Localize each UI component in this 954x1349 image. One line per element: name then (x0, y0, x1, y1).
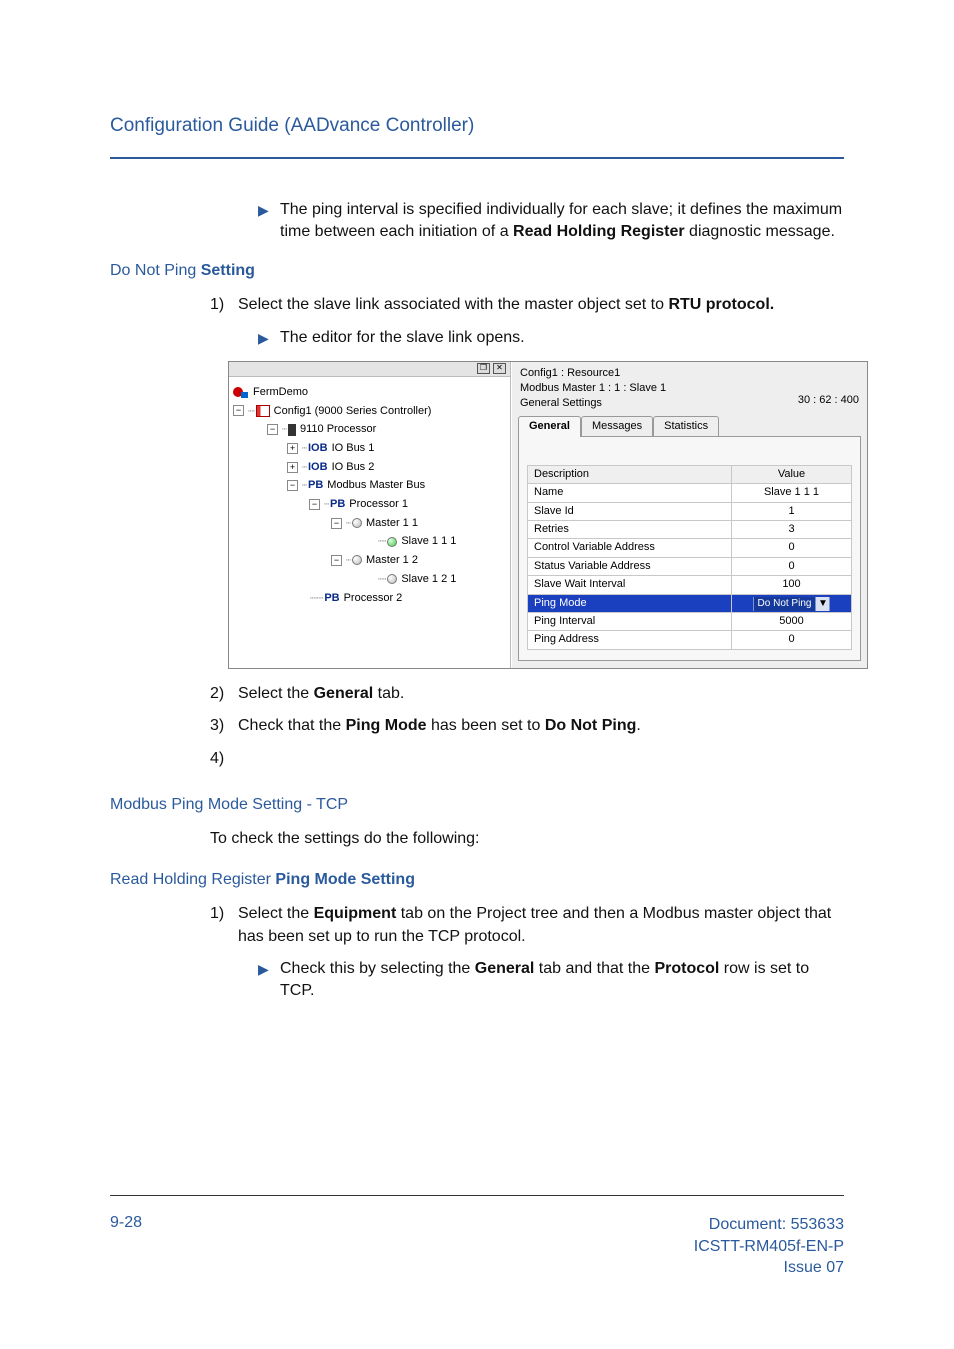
close-icon[interactable]: ✕ (493, 363, 506, 374)
heading-do-not-ping: Do Not Ping Setting (110, 260, 844, 282)
step-3: 3) Check that the Ping Mode has been set… (210, 715, 844, 737)
embedded-screenshot: ❐ ✕ FermDemo −···· Conf (228, 361, 868, 669)
controller-icon (256, 405, 270, 417)
table-row[interactable]: Status Variable Address0 (528, 557, 852, 575)
cell-description: Ping Address (528, 631, 732, 649)
arrow-icon: ▶ (258, 201, 280, 244)
section2-body: To check the settings do the following: (210, 828, 844, 850)
doc-number: Document: 553633 (694, 1214, 844, 1236)
tab-bar: General Messages Statistics (518, 416, 861, 436)
step-4: 4) (210, 748, 844, 770)
tab-statistics[interactable]: Statistics (653, 416, 719, 436)
settings-panel: Config1 : Resource1 Modbus Master 1 : 1 … (511, 362, 867, 668)
collapse-icon[interactable]: − (233, 405, 244, 416)
cell-value[interactable]: 0 (732, 557, 852, 575)
table-row[interactable]: Ping Address0 (528, 631, 852, 649)
heading-read-holding-register: Read Holding Register Ping Mode Setting (110, 869, 844, 891)
cell-description: Name (528, 484, 732, 502)
table-row[interactable]: Ping Mode Do Not Ping▼ (528, 594, 852, 612)
tree-config[interactable]: −···· Config1 (9000 Series Controller) (233, 402, 506, 421)
tree-panel: ❐ ✕ FermDemo −···· Conf (229, 362, 511, 668)
tab-general[interactable]: General (518, 416, 581, 436)
tree-processor1[interactable]: −··· PBProcessor 1 (233, 495, 506, 514)
cell-description: Retries (528, 521, 732, 539)
page-number: 9-28 (110, 1214, 142, 1279)
bullet-text: The ping interval is specified individua… (280, 199, 844, 244)
cell-description: Status Variable Address (528, 557, 732, 575)
step3-1-sub: ▶ Check this by selecting the General ta… (258, 958, 844, 1003)
header-rule (110, 157, 844, 159)
tree-processor[interactable]: −··· 9110 Processor (233, 420, 506, 439)
cell-description: Slave Wait Interval (528, 576, 732, 594)
cell-value[interactable]: 0 (732, 539, 852, 557)
arrow-icon: ▶ (258, 329, 280, 349)
table-row[interactable]: Control Variable Address0 (528, 539, 852, 557)
heading-modbus-tcp: Modbus Ping Mode Setting - TCP (110, 794, 844, 816)
table-row[interactable]: Slave Wait Interval100 (528, 576, 852, 594)
step-1: 1) Select the slave link associated with… (210, 294, 844, 316)
node-icon (387, 537, 397, 547)
doc-code: ICSTT-RM405f-EN-P (694, 1236, 844, 1258)
tree-processor2[interactable]: ········ PBProcessor 2 (233, 589, 506, 608)
step-2: 2) Select the General tab. (210, 683, 844, 705)
tree-project[interactable]: FermDemo (233, 383, 506, 402)
tree-master-1-2[interactable]: −··· Master 1 2 (233, 551, 506, 570)
node-icon (352, 555, 362, 565)
module-icon (288, 424, 296, 436)
tree-modbus-master-bus[interactable]: −··· PBModbus Master Bus (233, 476, 506, 495)
cell-value[interactable]: 100 (732, 576, 852, 594)
col-description: Description (528, 465, 732, 483)
bullet-ping-interval: ▶ The ping interval is specified individ… (258, 199, 844, 244)
collapse-icon[interactable]: − (331, 555, 342, 566)
page-footer: 9-28 Document: 553633 ICSTT-RM405f-EN-P … (110, 1195, 844, 1279)
cell-value[interactable]: 3 (732, 521, 852, 539)
cell-description: Ping Interval (528, 613, 732, 631)
tree-iob2[interactable]: +··· IOBIO Bus 2 (233, 458, 506, 477)
restore-icon[interactable]: ❐ (477, 363, 490, 374)
collapse-icon[interactable]: − (309, 499, 320, 510)
counter-label: 30 : 62 : 400 (798, 393, 859, 410)
tree-slave-1-1-1[interactable]: ····· Slave 1 1 1 (233, 532, 506, 551)
collapse-icon[interactable]: − (287, 480, 298, 491)
node-icon (352, 518, 362, 528)
settings-table: Description Value NameSlave 1 1 1Slave I… (527, 465, 852, 650)
step-1-sub: ▶ The editor for the slave link opens. (258, 327, 844, 349)
doc-issue: Issue 07 (694, 1257, 844, 1279)
table-row[interactable]: Retries3 (528, 521, 852, 539)
collapse-icon[interactable]: − (267, 424, 278, 435)
cell-value[interactable]: 5000 (732, 613, 852, 631)
table-row[interactable]: Slave Id1 (528, 502, 852, 520)
page-title: Configuration Guide (AADvance Controller… (110, 115, 844, 137)
cell-value[interactable]: Slave 1 1 1 (732, 484, 852, 502)
cell-value[interactable]: 0 (732, 631, 852, 649)
breadcrumb: Config1 : Resource1 Modbus Master 1 : 1 … (520, 366, 666, 411)
expand-icon[interactable]: + (287, 462, 298, 473)
collapse-icon[interactable]: − (331, 518, 342, 529)
cell-description: Ping Mode (528, 594, 732, 612)
table-row[interactable]: NameSlave 1 1 1 (528, 484, 852, 502)
ping-mode-dropdown[interactable]: Do Not Ping▼ (753, 597, 831, 611)
col-value: Value (732, 465, 852, 483)
expand-icon[interactable]: + (287, 443, 298, 454)
step3-1: 1) Select the Equipment tab on the Proje… (210, 903, 844, 948)
cell-value[interactable]: Do Not Ping▼ (732, 594, 852, 612)
cell-description: Slave Id (528, 502, 732, 520)
table-row[interactable]: Ping Interval5000 (528, 613, 852, 631)
cell-value[interactable]: 1 (732, 502, 852, 520)
project-icon (233, 384, 249, 400)
tree-slave-1-2-1[interactable]: ····· Slave 1 2 1 (233, 570, 506, 589)
tab-messages[interactable]: Messages (581, 416, 653, 436)
node-icon (387, 574, 397, 584)
tree-master-1-1[interactable]: −··· Master 1 1 (233, 514, 506, 533)
chevron-down-icon[interactable]: ▼ (815, 597, 829, 611)
arrow-icon: ▶ (258, 960, 280, 1003)
window-controls: ❐ ✕ (229, 362, 510, 377)
tree-iob1[interactable]: +··· IOBIO Bus 1 (233, 439, 506, 458)
cell-description: Control Variable Address (528, 539, 732, 557)
